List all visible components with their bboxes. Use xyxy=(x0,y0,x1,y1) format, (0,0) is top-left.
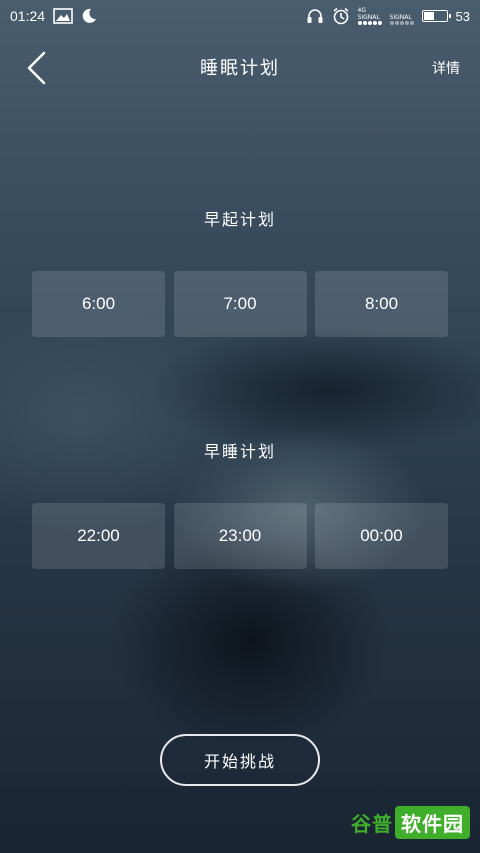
signal-label-2: SIGNAL xyxy=(389,14,412,21)
wake-plan-title: 早起计划 xyxy=(203,210,276,229)
page-title: 睡眠计划 xyxy=(200,58,280,79)
signal-dots-1 xyxy=(357,21,382,25)
sleep-plan-title: 早睡计划 xyxy=(203,442,276,461)
watermark-part1: 谷普 xyxy=(351,811,393,836)
battery-percent: 53 xyxy=(455,8,470,24)
watermark-logo: 谷普 软件园 xyxy=(351,804,470,840)
wake-option-7[interactable]: 7:00 xyxy=(173,271,307,337)
moon-icon xyxy=(81,8,97,24)
signal-indicator-1: 4G SIGNAL xyxy=(357,7,382,25)
sleep-option-00[interactable]: 00:00 xyxy=(315,503,448,569)
alarm-icon xyxy=(332,7,350,25)
signal-label-1: SIGNAL xyxy=(357,14,380,21)
status-bar-left: 01:24 xyxy=(10,8,97,24)
wake-option-6[interactable]: 6:00 xyxy=(32,271,165,337)
status-bar: 01:24 4G SIGNAL SIGNAL 53 xyxy=(0,0,480,32)
wake-option-8[interactable]: 8:00 xyxy=(315,271,448,337)
network-type-label: 4G xyxy=(357,7,366,14)
headset-icon xyxy=(306,7,324,25)
watermark-part2: 软件园 xyxy=(395,805,470,839)
battery-icon xyxy=(421,10,451,22)
image-notification-icon xyxy=(53,8,73,24)
signal-indicator-2: SIGNAL xyxy=(389,7,414,25)
battery-fill xyxy=(423,12,435,20)
sleep-option-23[interactable]: 23:00 xyxy=(173,503,307,569)
start-challenge-button[interactable]: 开始挑战 xyxy=(160,734,320,786)
signal-dots-2 xyxy=(389,21,414,25)
detail-button[interactable]: 详情 xyxy=(432,58,460,78)
sleep-plan-options: 22:00 23:00 00:00 xyxy=(32,503,448,569)
wake-plan-options: 6:00 7:00 8:00 xyxy=(32,271,448,337)
sleep-option-22[interactable]: 22:00 xyxy=(32,503,165,569)
status-bar-right: 4G SIGNAL SIGNAL 53 xyxy=(306,7,470,25)
status-time: 01:24 xyxy=(10,8,46,24)
header: 睡眠计划 详情 xyxy=(0,36,480,96)
